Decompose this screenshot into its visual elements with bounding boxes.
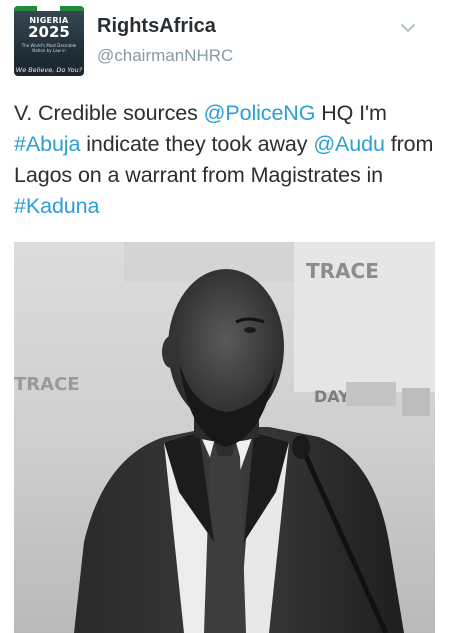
tweet-text: V. Credible sources @PoliceNG HQ I'm #Ab… (14, 98, 439, 222)
backdrop-text: TRACE (14, 374, 80, 395)
tweet-photo[interactable]: TRACE TRACE DAY (14, 242, 435, 633)
photo-image: TRACE TRACE DAY (14, 242, 435, 633)
hashtag-abuja[interactable]: #Abuja (14, 132, 80, 156)
mention-policeng[interactable]: @PoliceNG (204, 101, 316, 125)
mention-audu[interactable]: @Audu (313, 132, 385, 156)
avatar-line-4: We Believe, Do You? (15, 66, 83, 74)
flag-stripe (14, 6, 84, 11)
tweet-text-part: V. Credible sources (14, 101, 204, 125)
tweet-text-part: indicate they took away (80, 132, 314, 156)
display-name[interactable]: RightsAfrica (97, 14, 216, 38)
hashtag-kaduna[interactable]: #Kaduna (14, 194, 99, 218)
backdrop-text: TRACE (306, 259, 379, 283)
avatar-line-2: 2025 (28, 23, 70, 41)
tweet-text-part: HQ I'm (315, 101, 387, 125)
avatar[interactable]: NIGERIA 2025 The World's Most Desirable … (14, 6, 84, 76)
avatar-line-3: The World's Most Desirable Nation by Law… (21, 43, 77, 53)
tweet-card[interactable]: NIGERIA 2025 The World's Most Desirable … (0, 0, 449, 633)
chevron-down-icon[interactable] (398, 20, 418, 36)
backdrop-text: DAY (314, 387, 350, 406)
username[interactable]: @chairmanNHRC (97, 45, 233, 67)
